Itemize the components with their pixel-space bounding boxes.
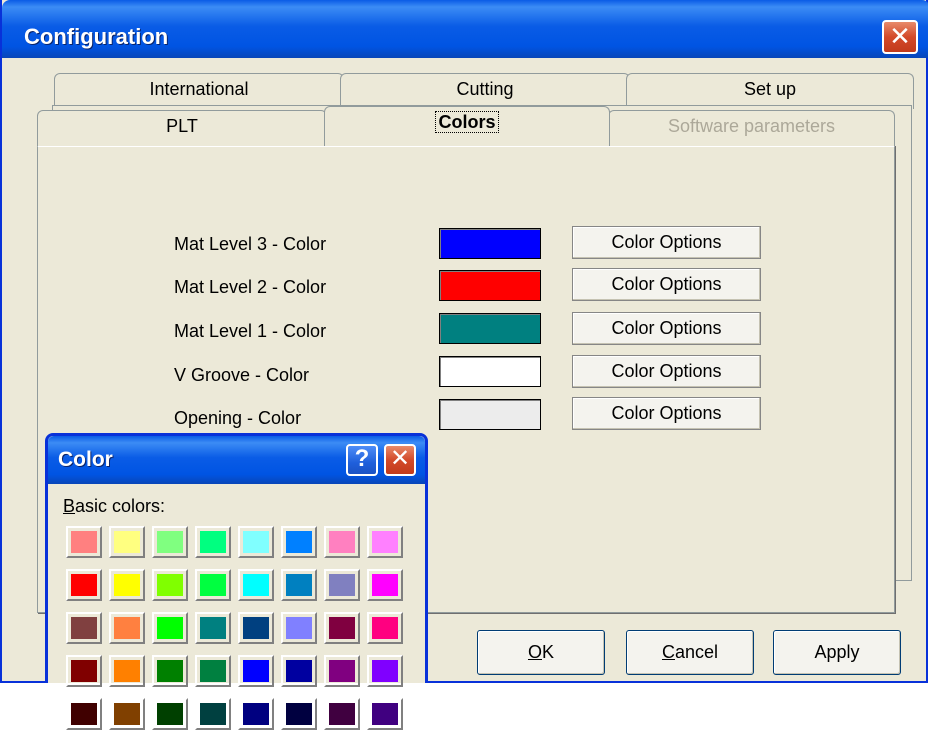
basic-color-swatch[interactable] — [109, 569, 145, 601]
title-bar[interactable]: Configuration ✕ — [2, 0, 928, 58]
basic-color-swatch[interactable] — [238, 526, 274, 558]
mat-level-2-color-options-button[interactable]: Color Options — [572, 268, 761, 301]
tab-colors[interactable]: Colors — [324, 106, 610, 146]
mat-level-3-color-options-button[interactable]: Color Options — [572, 226, 761, 259]
mat-level-3-label: Mat Level 3 - Color — [174, 234, 327, 254]
opening-label: Opening - Color — [174, 408, 302, 428]
basic-color-swatch[interactable] — [281, 655, 317, 687]
basic-color-swatch[interactable] — [152, 698, 188, 730]
basic-color-swatch[interactable] — [195, 655, 231, 687]
cancel-mnemonic: C — [661, 642, 675, 662]
close-button[interactable]: ✕ — [882, 20, 918, 54]
basic-color-swatch[interactable] — [195, 698, 231, 730]
mat-level-3-swatch — [439, 228, 541, 259]
basic-color-swatch[interactable] — [152, 612, 188, 644]
basic-color-swatch[interactable] — [152, 655, 188, 687]
basic-color-swatch[interactable] — [324, 569, 360, 601]
close-icon[interactable]: ✕ — [384, 444, 416, 476]
basic-color-swatch[interactable] — [324, 698, 360, 730]
apply-button[interactable]: Apply — [773, 630, 901, 675]
tab-colors-label: Colors — [435, 111, 499, 133]
basic-color-swatch[interactable] — [238, 569, 274, 601]
apply-label: Apply — [814, 642, 860, 662]
basic-color-swatch[interactable] — [109, 612, 145, 644]
basic-color-swatch[interactable] — [324, 655, 360, 687]
v-groove-swatch — [439, 356, 541, 387]
opening-color-options-button[interactable]: Color Options — [572, 397, 761, 430]
basic-colors-text: asic colors: — [75, 496, 166, 516]
mat-level-1-label: Mat Level 1 - Color — [174, 321, 327, 341]
basic-colors-mnemonic: B — [63, 496, 76, 516]
basic-color-swatch[interactable] — [109, 698, 145, 730]
basic-color-swatch[interactable] — [281, 526, 317, 558]
window-title: Configuration — [24, 24, 169, 49]
basic-color-swatch[interactable] — [66, 569, 102, 601]
tab-plt[interactable]: PLT — [37, 110, 327, 146]
ok-button[interactable]: OK — [477, 630, 605, 675]
basic-color-swatch[interactable] — [238, 612, 274, 644]
basic-color-swatch[interactable] — [367, 698, 403, 730]
basic-color-swatch[interactable] — [109, 655, 145, 687]
ok-label: K — [542, 642, 555, 662]
basic-color-swatch[interactable] — [66, 655, 102, 687]
color-dialog: Color ? ✕ Basic colors: — [45, 433, 428, 730]
basic-color-swatch[interactable] — [109, 526, 145, 558]
basic-color-swatch[interactable] — [324, 526, 360, 558]
v-groove-color-options-button[interactable]: Color Options — [572, 355, 761, 388]
cancel-label: ancel — [674, 642, 719, 662]
tab-software-parameters: Software parameters — [608, 110, 895, 146]
basic-color-swatch[interactable] — [152, 569, 188, 601]
basic-color-swatch[interactable] — [238, 655, 274, 687]
basic-color-swatch[interactable] — [367, 526, 403, 558]
tab-cutting[interactable]: Cutting — [340, 73, 630, 109]
basic-color-swatch[interactable] — [66, 526, 102, 558]
basic-color-swatch[interactable] — [367, 655, 403, 687]
basic-color-swatch[interactable] — [195, 569, 231, 601]
basic-color-swatch[interactable] — [367, 569, 403, 601]
basic-color-swatch[interactable] — [324, 612, 360, 644]
opening-swatch — [439, 399, 541, 430]
basic-color-swatch[interactable] — [281, 569, 317, 601]
tab-set-up[interactable]: Set up — [626, 73, 914, 109]
color-dialog-title: Color — [58, 448, 113, 471]
basic-color-swatch[interactable] — [195, 526, 231, 558]
basic-color-swatch[interactable] — [238, 698, 274, 730]
basic-color-swatch[interactable] — [281, 698, 317, 730]
color-dialog-title-bar[interactable]: Color ? ✕ — [48, 436, 425, 484]
ok-mnemonic: O — [527, 642, 542, 662]
basic-color-swatch[interactable] — [152, 526, 188, 558]
basic-color-swatch[interactable] — [195, 612, 231, 644]
basic-color-swatch[interactable] — [66, 698, 102, 730]
basic-color-swatch[interactable] — [367, 612, 403, 644]
v-groove-label: V Groove - Color — [174, 365, 310, 385]
mat-level-1-color-options-button[interactable]: Color Options — [572, 312, 761, 345]
basic-color-swatch[interactable] — [66, 612, 102, 644]
mat-level-1-swatch — [439, 313, 541, 344]
mat-level-2-label: Mat Level 2 - Color — [174, 277, 327, 297]
basic-colors-label: Basic colors: — [63, 496, 165, 517]
mat-level-2-swatch — [439, 270, 541, 301]
cancel-button[interactable]: Cancel — [626, 630, 754, 675]
basic-color-swatch[interactable] — [281, 612, 317, 644]
tab-international[interactable]: International — [54, 73, 344, 109]
help-icon[interactable]: ? — [346, 444, 378, 476]
